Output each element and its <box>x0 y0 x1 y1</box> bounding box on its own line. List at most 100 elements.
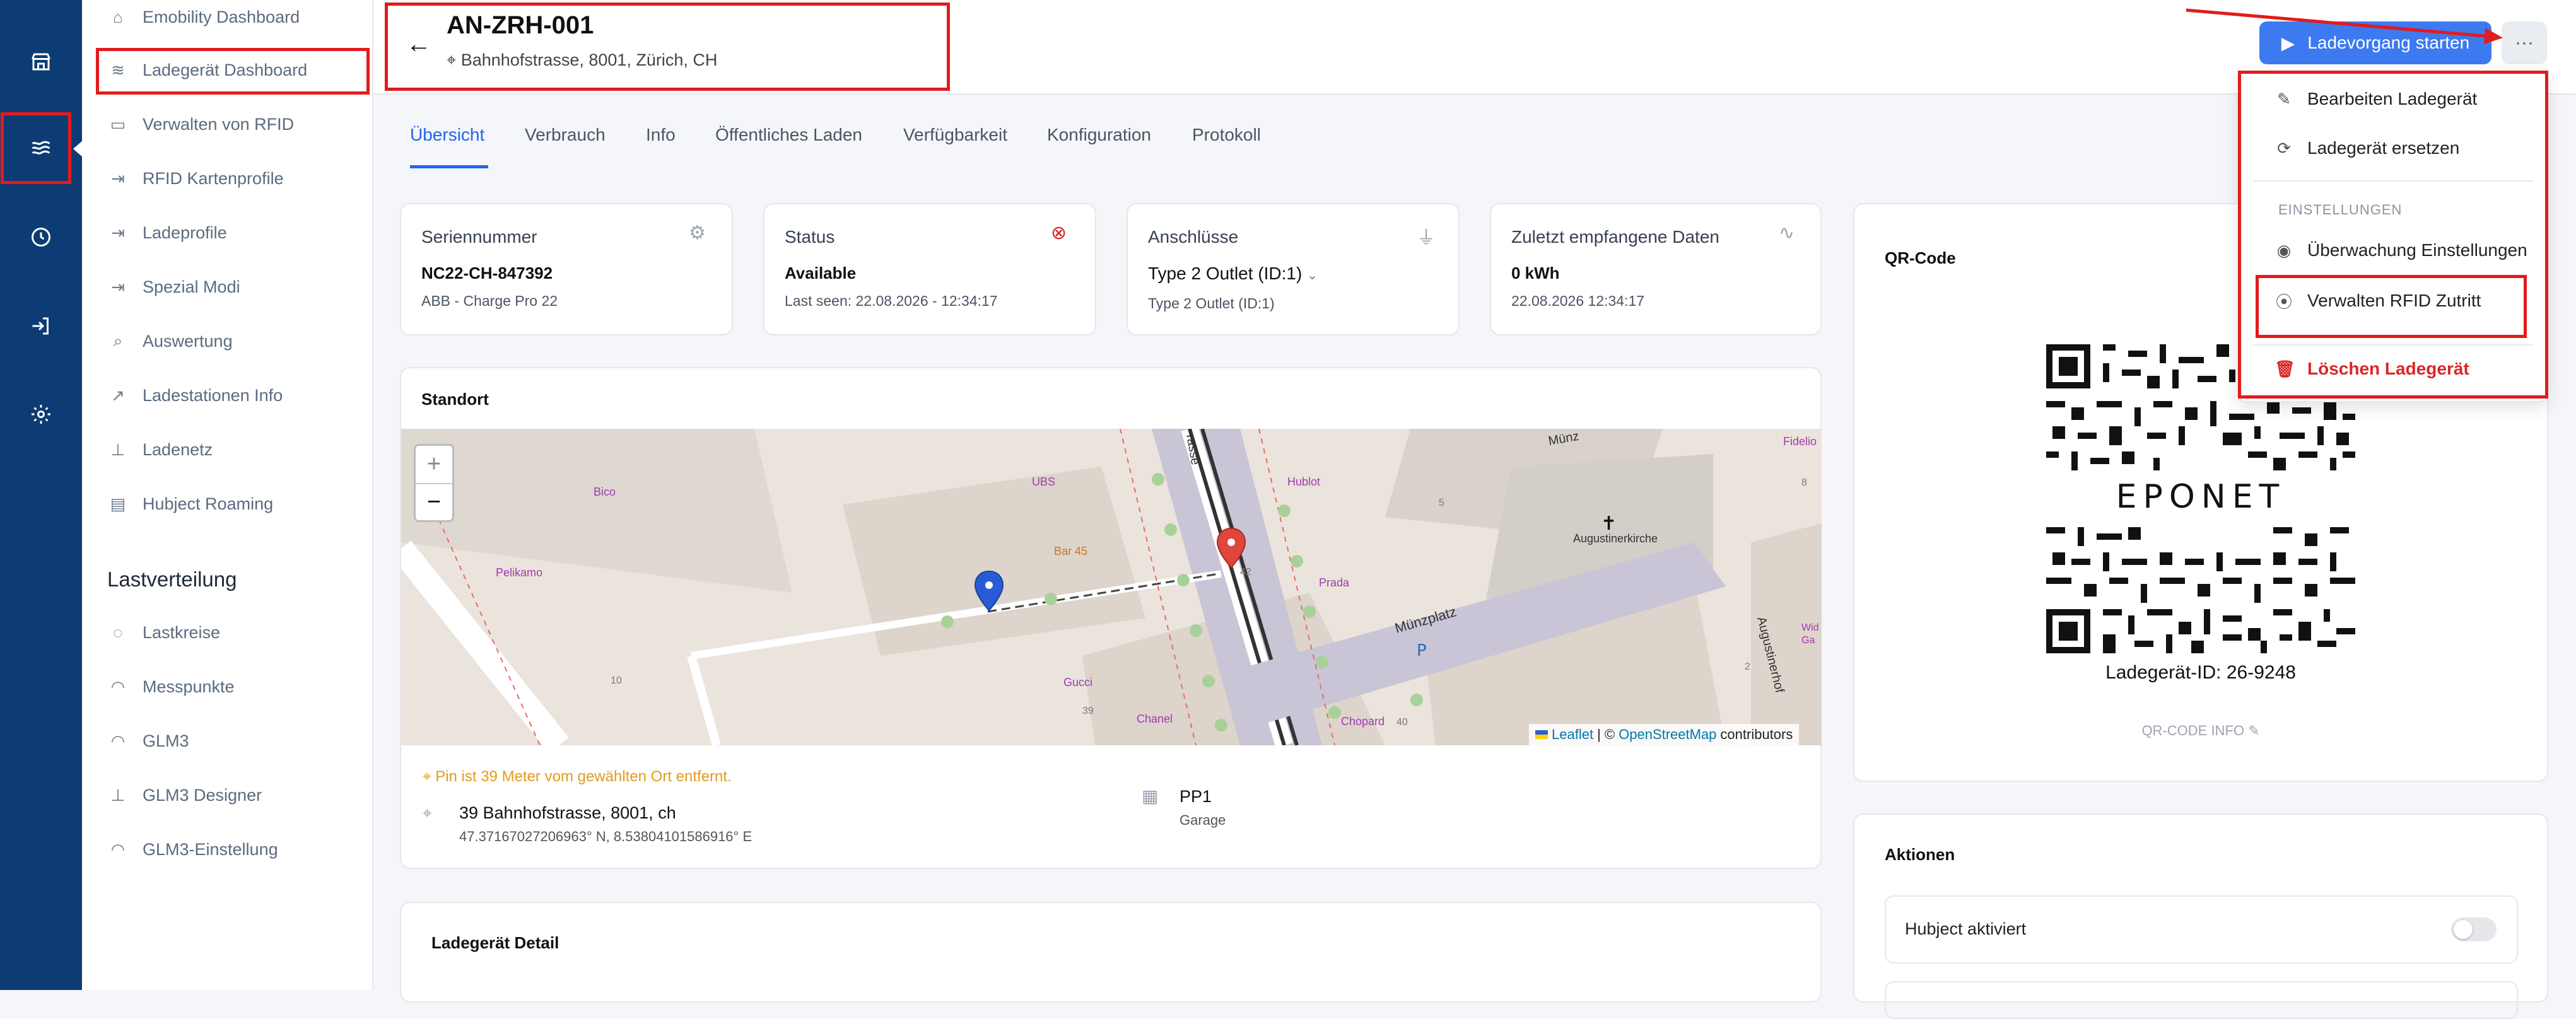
pin-warning-icon: ⌖ <box>423 768 431 785</box>
location-address: 39 Bahnhofstrasse, 8001, ch <box>459 803 676 822</box>
sidebar-item-rfid-kartenprofile[interactable]: ⇥ RFID Kartenprofile <box>107 163 284 194</box>
map-house-40: 40 <box>1396 717 1408 728</box>
gauge-icon: ◠ <box>110 731 126 750</box>
circle-icon: ◌ <box>113 622 123 642</box>
last-data-value: 0 kWh <box>1511 264 1560 282</box>
parking-icon: P <box>1417 641 1427 660</box>
serial-sub: ABB - Charge Pro 22 <box>421 293 558 309</box>
sidebar-item-hubject-roaming[interactable]: ▤ Hubject Roaming <box>107 488 273 520</box>
plug-icon: ⏚ <box>1417 228 1436 248</box>
location-warning: ⌖ Pin ist 39 Meter vom gewählten Ort ent… <box>423 768 732 785</box>
sidebar-item-messpunkte[interactable]: ◠ Messpunkte <box>107 671 235 702</box>
map-label-chanel: Chanel <box>1137 713 1173 725</box>
map-label-ubs: UBS <box>1032 475 1055 488</box>
church-icon: ✝ <box>1601 513 1617 535</box>
gauge-icon: ◠ <box>110 839 126 859</box>
map-label-pelikamo: Pelikamo <box>496 566 542 579</box>
tab-info[interactable]: Info <box>646 125 676 145</box>
qr-logo: EPONET <box>2116 478 2286 516</box>
serial-title: Seriennummer <box>421 227 537 247</box>
sidebar-item-ladenetz[interactable]: ⊥ Ladenetz <box>107 434 213 465</box>
map-label-gucci: Gucci <box>1063 676 1092 689</box>
zoom-out-button[interactable]: − <box>416 483 452 520</box>
status-sub: Last seen: 22.08.2026 - 12:34:17 <box>785 293 998 309</box>
chart-line-icon: ↗ <box>111 385 125 405</box>
tab-verfuegbarkeit[interactable]: Verfügbarkeit <box>903 125 1007 145</box>
sidebar-item-lastkreise[interactable]: ◌ Lastkreise <box>107 617 220 648</box>
map-label-ga: Ga <box>1801 635 1815 646</box>
login-icon: ⇥ <box>111 277 125 296</box>
osm-link[interactable]: OpenStreetMap <box>1619 726 1716 743</box>
sidebar-item-verwalten-rfid[interactable]: ▭ Verwalten von RFID <box>107 108 294 140</box>
login-icon[interactable] <box>14 299 68 353</box>
map-label-fidelio: Fidelio <box>1783 435 1817 448</box>
qr-info-link[interactable]: QR-CODE INFO ✎ <box>2046 723 2355 739</box>
status-value: Available <box>785 264 857 282</box>
map-attribution: Leaflet | © OpenStreetMap contributors <box>1529 724 1800 745</box>
sidebar-item-glm3-designer[interactable]: ⊥ GLM3 Designer <box>107 779 262 811</box>
leaflet-link[interactable]: Leaflet <box>1552 726 1593 743</box>
map[interactable]: UBS Bico Pelikamo Hublot Prada Gucci Cha… <box>401 429 1822 745</box>
gear-icon[interactable] <box>14 387 68 441</box>
map-label-chopard: Chopard <box>1341 715 1385 728</box>
card-icon: ▭ <box>110 114 126 134</box>
sidebar-item-glm3-einstellung[interactable]: ◠ GLM3-Einstellung <box>107 834 278 865</box>
map-house-2: 2 <box>1745 661 1750 672</box>
search-icon: ⌕ <box>113 331 123 350</box>
menu-highlight-box <box>2238 71 2548 399</box>
clock-icon[interactable] <box>14 210 68 264</box>
tab-oeffentliches-laden[interactable]: Öffentliches Laden <box>715 125 862 145</box>
hubject-toggle[interactable] <box>2451 917 2497 941</box>
map-house-8: 8 <box>1801 477 1807 488</box>
map-zoom-control: + − <box>414 444 454 522</box>
sidebar-item-glm3[interactable]: ◠ GLM3 <box>107 725 189 757</box>
zoom-in-button[interactable]: + <box>416 446 452 483</box>
chevron-down-icon: ⌄ <box>1307 269 1318 282</box>
map-label-hublot: Hublot <box>1287 475 1320 488</box>
sidebar-section-title: Lastverteilung <box>107 568 237 591</box>
qr-id: Ladegerät-ID: 26-9248 <box>2105 662 2296 683</box>
sidebar-item-auswertung[interactable]: ⌕ Auswertung <box>107 325 233 357</box>
tab-verbrauch[interactable]: Verbrauch <box>525 125 606 145</box>
last-data-sub: 22.08.2026 12:34:17 <box>1511 293 1645 309</box>
map-label-wid: Wid <box>1801 622 1819 633</box>
error-circle-icon: ⊗ <box>1051 223 1067 243</box>
detail-title: Ladegerät Detail <box>431 933 559 952</box>
map-house-42: 42 <box>1240 567 1251 578</box>
sidebar-item-ladestationen-info[interactable]: ↗ Ladestationen Info <box>107 380 283 411</box>
serial-value: NC22-CH-847392 <box>421 264 553 282</box>
hierarchy-icon: ⊥ <box>110 785 126 805</box>
chip-icon: ⚙ <box>689 223 706 243</box>
sidebar-item-ladeprofile[interactable]: ⇥ Ladeprofile <box>107 217 227 248</box>
tab-protokoll[interactable]: Protokoll <box>1192 125 1261 145</box>
map-house-10: 10 <box>611 675 622 686</box>
detail-card <box>400 902 1822 1003</box>
tab-active-underline <box>410 165 488 168</box>
action-row <box>1885 981 2518 1019</box>
location-pin-icon: ⌖ <box>423 803 432 822</box>
ukraine-flag-icon <box>1535 730 1548 739</box>
hubject-label: Hubject aktiviert <box>1905 919 2027 938</box>
annotation-arrow <box>2186 8 2503 44</box>
hierarchy-icon: ⊥ <box>110 440 126 459</box>
login-icon: ⇥ <box>111 223 125 242</box>
parking-type: Garage <box>1180 812 1226 828</box>
edit-icon: ✎ <box>2248 723 2260 738</box>
qr-title: QR-Code <box>1885 248 1956 267</box>
sidebar-item-spezial-modi[interactable]: ⇥ Spezial Modi <box>107 271 240 303</box>
location-title: Standort <box>421 390 489 409</box>
connector-select[interactable]: Type 2 Outlet (ID:1) ⌄ <box>1148 264 1318 284</box>
actions-title: Aktionen <box>1885 845 1955 864</box>
building-icon: ▦ <box>1142 786 1159 806</box>
last-data-title: Zuletzt empfangene Daten <box>1511 227 1719 247</box>
map-label-bico: Bico <box>594 486 616 498</box>
tab-uebersicht[interactable]: Übersicht <box>410 125 484 145</box>
login-icon: ⇥ <box>111 168 125 188</box>
pulse-icon: ∿ <box>1779 223 1795 243</box>
map-label-bar45: Bar 45 <box>1054 545 1087 557</box>
map-house-39: 39 <box>1082 706 1094 716</box>
location-coords: 47.37167027206963° N, 8.53804101586916° … <box>459 829 752 844</box>
tab-konfiguration[interactable]: Konfiguration <box>1047 125 1151 145</box>
status-title: Status <box>785 227 835 247</box>
map-graphic: UBS Bico Pelikamo Hublot Prada Gucci Cha… <box>401 429 1822 745</box>
